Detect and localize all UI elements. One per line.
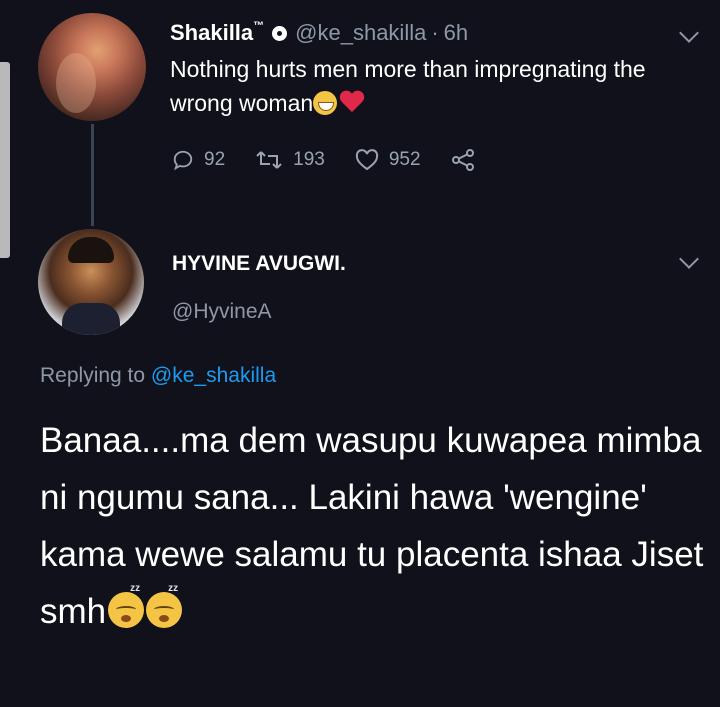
share-action[interactable] <box>451 149 485 171</box>
like-action[interactable]: 952 <box>355 149 421 171</box>
replying-prefix: Replying to <box>40 364 146 387</box>
scrollbar[interactable] <box>0 62 10 258</box>
tweet-body: Nothing hurts men more than impregnating… <box>170 56 646 116</box>
sleeping-face-emoji: zz <box>146 584 183 628</box>
sleeping-face-emoji: zz <box>108 584 145 628</box>
heart-icon <box>355 149 378 171</box>
verified-icon <box>272 25 288 41</box>
tweet-thread-screenshot: Shakilla™ @ke_shakilla · 6h Nothing hurt… <box>0 0 720 707</box>
grinning-face-emoji <box>313 91 338 115</box>
thread-connector-line <box>91 124 94 226</box>
reply-text: Banaa....ma dem wasupu kuwapea mimba ni … <box>40 412 710 640</box>
tweet-text: Nothing hurts men more than impregnating… <box>170 52 670 120</box>
tweet-header: Shakilla™ @ke_shakilla · 6h <box>170 18 468 48</box>
replying-to-line: Replying to @ke_shakilla <box>40 364 276 388</box>
tweet-timestamp[interactable]: 6h <box>444 20 468 46</box>
reply-action[interactable]: 92 <box>172 149 225 171</box>
chevron-down-icon[interactable] <box>679 23 699 43</box>
like-count: 952 <box>388 149 421 170</box>
retweet-icon <box>256 151 282 169</box>
trademark-mark: ™ <box>253 20 265 32</box>
reply-icon <box>173 150 193 171</box>
avatar[interactable] <box>38 13 146 121</box>
author-handle[interactable]: @ke_shakilla <box>295 20 426 46</box>
share-icon <box>451 149 474 171</box>
tweet-actions: 92 193 952 <box>172 145 515 175</box>
avatar[interactable] <box>38 229 144 335</box>
retweet-count: 193 <box>293 149 325 170</box>
author-name[interactable]: Shakilla™ <box>170 20 264 46</box>
retweet-action[interactable]: 193 <box>255 149 325 171</box>
broken-heart-emoji <box>339 91 365 115</box>
mention-link[interactable]: @ke_shakilla <box>151 364 276 387</box>
separator-dot: · <box>431 20 439 45</box>
reply-count: 92 <box>204 149 226 170</box>
author-name[interactable]: HYVINE AVUGWI. <box>172 252 346 276</box>
author-handle[interactable]: @HyvineA <box>172 300 272 324</box>
chevron-down-icon[interactable] <box>679 249 699 269</box>
